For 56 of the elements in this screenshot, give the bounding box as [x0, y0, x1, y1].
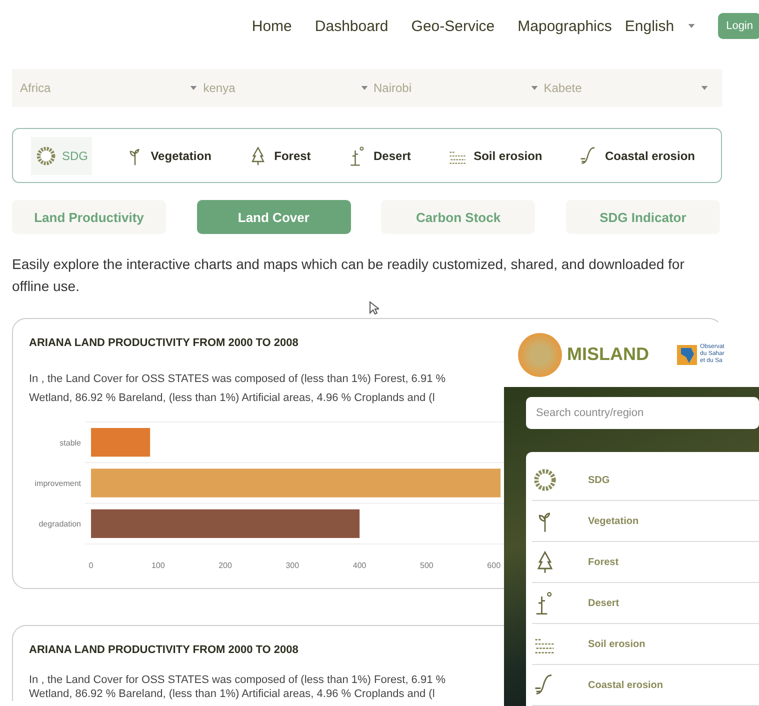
location-select[interactable]: kenya — [190, 81, 360, 95]
theme-tab[interactable]: Desert — [342, 136, 415, 174]
theme-tab[interactable]: Forest — [243, 136, 315, 174]
theme-list-item[interactable]: Forest — [532, 542, 759, 583]
nav-link[interactable]: Home — [252, 18, 292, 34]
tab[interactable]: SDG Indicator — [566, 200, 720, 234]
intro-text: Easily explore the interactive charts and maps which can be readily customized, shared, and downloaded for offline use. — [12, 255, 686, 296]
axis-tick-label: 500 — [420, 561, 434, 570]
description-line: In , the Land Cover for OSS STATES was composed of (less than 1%) Forest, 6.91 % — [29, 372, 446, 387]
axis-tick-label: 600 — [487, 561, 501, 570]
category-label: degradation — [38, 520, 81, 529]
caret-icon — [530, 86, 538, 90]
axis-tick-label: 0 — [88, 561, 94, 570]
axis-tick-label: 200 — [218, 561, 232, 570]
language-select[interactable]: English — [624, 18, 696, 34]
axis-tick-label: 100 — [151, 561, 165, 570]
caret-icon — [688, 24, 696, 28]
theme-tab[interactable]: SDG — [31, 136, 92, 174]
axis-tick-label: 400 — [352, 561, 366, 570]
theme-list-item[interactable]: Vegetation — [532, 501, 759, 542]
theme-list-item[interactable]: SDG — [532, 460, 759, 501]
wreath-icon — [35, 144, 57, 166]
theme-list-item[interactable]: Coastal erosion — [532, 665, 759, 706]
nav-link[interactable]: Mapographics — [518, 18, 612, 34]
location-select[interactable]: Kabete — [530, 81, 701, 95]
theme-tab[interactable]: Vegetation — [120, 136, 216, 174]
category-label: improvement — [34, 479, 81, 488]
category-label: stable — [60, 438, 81, 448]
caret-icon — [360, 86, 368, 90]
card-title: ARIANA LAND PRODUCTIVITY FROM 2000 TO 2008 — [29, 337, 298, 349]
tab[interactable]: Land Productivity — [12, 200, 166, 234]
bar — [91, 428, 150, 457]
location-select[interactable]: Africa — [20, 81, 190, 95]
wreath-icon — [532, 467, 558, 493]
caret-icon — [190, 86, 198, 90]
description-line: Wetland, 86.92 % Bareland, (less than 1%) Artificial areas, 4.96 % Croplands and (l — [29, 391, 435, 406]
theme-tab[interactable]: Soil erosion — [442, 136, 546, 174]
globe-logo-icon — [518, 332, 562, 376]
theme-tab[interactable]: Coastal erosion — [574, 136, 699, 174]
description-line: Wetland, 86.92 % Bareland, (less than 1%) Artificial areas, 4.96 % Croplands and (l — [29, 687, 435, 701]
brand-name: MISLAND — [567, 344, 649, 365]
search-field[interactable]: Search country/region — [526, 397, 759, 429]
card-title: ARIANA LAND PRODUCTIVITY FROM 2000 TO 2008 — [29, 644, 298, 656]
theme-list-item[interactable]: Soil erosion — [532, 624, 759, 665]
pointer-cursor-icon — [369, 301, 379, 315]
theme-list-item[interactable]: Desert — [532, 583, 759, 624]
africa-map-icon — [677, 344, 697, 364]
nav-link[interactable]: Geo-Service — [411, 18, 495, 34]
tab[interactable]: Carbon Stock — [381, 200, 536, 234]
tab[interactable]: Land Cover — [196, 200, 351, 234]
nav-link[interactable]: Dashboard — [314, 18, 388, 34]
caret-icon — [701, 86, 708, 90]
description-line: In , the Land Cover for OSS STATES was composed of (less than 1%) Forest, 6.91 % — [29, 673, 446, 687]
login-button[interactable]: Login — [718, 13, 759, 39]
location-select[interactable]: Nairobi — [360, 81, 531, 95]
axis-tick-label: 300 — [286, 561, 300, 570]
